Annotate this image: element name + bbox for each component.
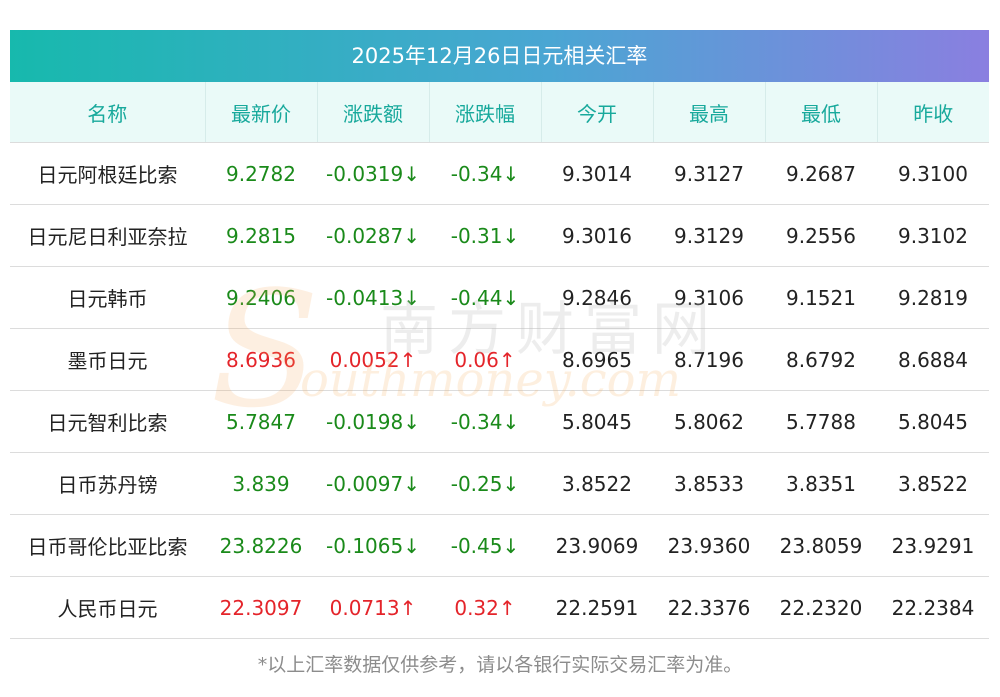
cell-latest: 3.839 bbox=[205, 452, 317, 515]
cell-open: 8.6965 bbox=[541, 328, 653, 391]
cell-change-pct: -0.45↓ bbox=[429, 514, 541, 577]
cell-change-pct: -0.44↓ bbox=[429, 266, 541, 329]
cell-prev-close: 23.9291 bbox=[877, 514, 989, 577]
cell-low: 8.6792 bbox=[765, 328, 877, 391]
cell-prev-close: 9.3100 bbox=[877, 142, 989, 205]
header-change: 涨跌额 bbox=[316, 82, 429, 143]
cell-low: 22.2320 bbox=[765, 576, 877, 639]
table-row: 人民币日元 22.3097 0.0713↑ 0.32↑ 22.2591 22.3376 22… bbox=[10, 576, 989, 639]
rate-table: 名称 最新价 涨跌额 涨跌幅 今开 最高 最低 昨收 日元阿根廷比索 9.2782… bbox=[10, 82, 989, 639]
cell-high: 23.9360 bbox=[653, 514, 765, 577]
cell-open: 9.3014 bbox=[541, 142, 653, 205]
cell-high: 5.8062 bbox=[653, 390, 765, 453]
table-row: 日元智利比索 5.7847 -0.0198↓ -0.34↓ 5.8045 5.8062 5.… bbox=[10, 390, 989, 453]
table-row: 日币苏丹镑 3.839 -0.0097↓ -0.25↓ 3.8522 3.8533 3.83… bbox=[10, 452, 989, 515]
cell-prev-close: 5.8045 bbox=[877, 390, 989, 453]
cell-prev-close: 22.2384 bbox=[877, 576, 989, 639]
header-prev-close: 昨收 bbox=[876, 82, 989, 143]
cell-open: 9.3016 bbox=[541, 204, 653, 267]
table-row: 日元尼日利亚奈拉 9.2815 -0.0287↓ -0.31↓ 9.3016 9.3129… bbox=[10, 204, 989, 267]
cell-name: 日元韩币 bbox=[10, 266, 205, 329]
cell-latest: 5.7847 bbox=[205, 390, 317, 453]
header-name: 名称 bbox=[10, 82, 205, 143]
table-row: 日元阿根廷比索 9.2782 -0.0319↓ -0.34↓ 9.3014 9.3127 9… bbox=[10, 142, 989, 205]
cell-name: 墨币日元 bbox=[10, 328, 205, 391]
cell-low: 3.8351 bbox=[765, 452, 877, 515]
cell-change-pct: -0.34↓ bbox=[429, 142, 541, 205]
cell-open: 9.2846 bbox=[541, 266, 653, 329]
cell-latest: 23.8226 bbox=[205, 514, 317, 577]
cell-high: 9.3127 bbox=[653, 142, 765, 205]
cell-change: -0.0097↓ bbox=[317, 452, 429, 515]
cell-high: 3.8533 bbox=[653, 452, 765, 515]
cell-open: 5.8045 bbox=[541, 390, 653, 453]
cell-high: 8.7196 bbox=[653, 328, 765, 391]
cell-name: 日元尼日利亚奈拉 bbox=[10, 204, 205, 267]
cell-change-pct: -0.34↓ bbox=[429, 390, 541, 453]
header-latest: 最新价 bbox=[204, 82, 317, 143]
cell-low: 9.1521 bbox=[765, 266, 877, 329]
cell-name: 日元阿根廷比索 bbox=[10, 142, 205, 205]
cell-open: 3.8522 bbox=[541, 452, 653, 515]
cell-name: 日币苏丹镑 bbox=[10, 452, 205, 515]
cell-low: 23.8059 bbox=[765, 514, 877, 577]
header-row: 名称 最新价 涨跌额 涨跌幅 今开 最高 最低 昨收 bbox=[10, 82, 989, 143]
cell-high: 22.3376 bbox=[653, 576, 765, 639]
table-row: 日币哥伦比亚比索 23.8226 -0.1065↓ -0.45↓ 23.9069 23.9… bbox=[10, 514, 989, 577]
cell-latest: 9.2782 bbox=[205, 142, 317, 205]
cell-latest: 22.3097 bbox=[205, 576, 317, 639]
cell-change-pct: -0.31↓ bbox=[429, 204, 541, 267]
table-row: 日元韩币 9.2406 -0.0413↓ -0.44↓ 9.2846 9.3106 9.15… bbox=[10, 266, 989, 329]
cell-name: 日元智利比索 bbox=[10, 390, 205, 453]
cell-prev-close: 8.6884 bbox=[877, 328, 989, 391]
cell-low: 5.7788 bbox=[765, 390, 877, 453]
cell-change: 0.0052↑ bbox=[317, 328, 429, 391]
cell-change-pct: 0.32↑ bbox=[429, 576, 541, 639]
cell-open: 22.2591 bbox=[541, 576, 653, 639]
header-low: 最低 bbox=[764, 82, 877, 143]
header-high: 最高 bbox=[652, 82, 765, 143]
cell-change: -0.0198↓ bbox=[317, 390, 429, 453]
cell-change: -0.1065↓ bbox=[317, 514, 429, 577]
cell-latest: 8.6936 bbox=[205, 328, 317, 391]
cell-change-pct: -0.25↓ bbox=[429, 452, 541, 515]
header-change-pct: 涨跌幅 bbox=[428, 82, 541, 143]
cell-prev-close: 3.8522 bbox=[877, 452, 989, 515]
table-row: 墨币日元 8.6936 0.0052↑ 0.06↑ 8.6965 8.7196 8.6792… bbox=[10, 328, 989, 391]
table-title: 2025年12月26日日元相关汇率 bbox=[10, 30, 989, 82]
cell-high: 9.3129 bbox=[653, 204, 765, 267]
cell-change: 0.0713↑ bbox=[317, 576, 429, 639]
footnote: *以上汇率数据仅供参考，请以各银行实际交易汇率为准。 bbox=[257, 654, 743, 676]
cell-low: 9.2687 bbox=[765, 142, 877, 205]
rate-table-container: 2025年12月26日日元相关汇率 名称 最新价 涨跌额 涨跌幅 今开 最高 最… bbox=[10, 30, 989, 639]
cell-latest: 9.2406 bbox=[205, 266, 317, 329]
cell-latest: 9.2815 bbox=[205, 204, 317, 267]
cell-open: 23.9069 bbox=[541, 514, 653, 577]
cell-change: -0.0287↓ bbox=[317, 204, 429, 267]
header-open: 今开 bbox=[540, 82, 653, 143]
cell-change-pct: 0.06↑ bbox=[429, 328, 541, 391]
cell-prev-close: 9.3102 bbox=[877, 204, 989, 267]
cell-change: -0.0413↓ bbox=[317, 266, 429, 329]
cell-prev-close: 9.2819 bbox=[877, 266, 989, 329]
cell-low: 9.2556 bbox=[765, 204, 877, 267]
cell-change: -0.0319↓ bbox=[317, 142, 429, 205]
cell-name: 日币哥伦比亚比索 bbox=[10, 514, 205, 577]
cell-high: 9.3106 bbox=[653, 266, 765, 329]
cell-name: 人民币日元 bbox=[10, 576, 205, 639]
